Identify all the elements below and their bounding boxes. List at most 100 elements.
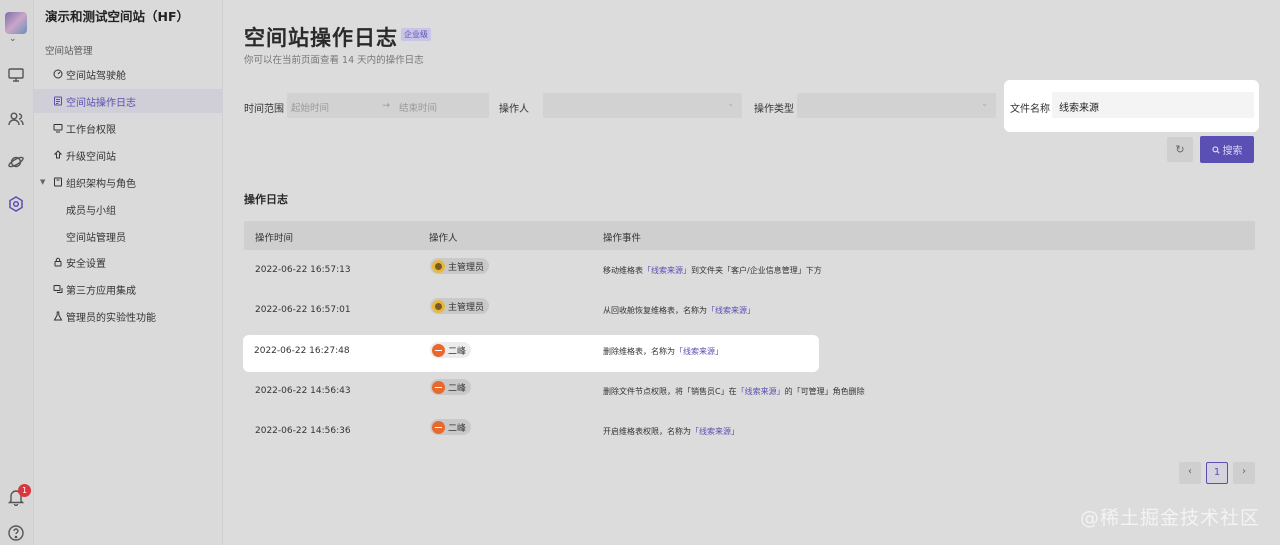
icon-rail: ⌄ 1 <box>0 0 34 545</box>
operator-name: 主管理员 <box>448 262 485 273</box>
sidebar-item-label: 成员与小组 <box>66 205 116 217</box>
table-row: 2022-06-22 16:57:13 主管理员 移动维格表「线索来源」到文件夹… <box>244 250 1255 290</box>
file-name-input[interactable]: 线索来源 <box>1052 92 1254 118</box>
operator-tag[interactable]: 二峰 <box>430 342 472 358</box>
event-file-link[interactable]: 「线索来源」 <box>691 427 739 436</box>
sidebar-item-security[interactable]: 安全设置 <box>34 250 223 274</box>
notification-badge: 1 <box>18 484 31 497</box>
sidebar-item-admins[interactable]: 空间站管理员 <box>34 224 223 248</box>
event-file-link[interactable]: 「线索来源」 <box>675 347 723 356</box>
table-row: 2022-06-22 16:57:01 主管理员 从回收舱恢复维格表，名称为「线… <box>244 290 1255 330</box>
sidebar: 演示和测试空间站（HF） 空间站管理 空间站驾驶舱 空间站操作日志 工作台权限 … <box>34 0 223 545</box>
search-icon <box>1211 145 1220 154</box>
tier-badge: 企业级 <box>401 28 431 41</box>
flask-icon <box>53 311 63 321</box>
sidebar-item-label: 组织架构与角色 <box>66 178 136 190</box>
operator-tag[interactable]: 主管理员 <box>430 258 490 274</box>
sidebar-item-integrations[interactable]: 第三方应用集成 <box>34 277 223 301</box>
pagination-prev-button[interactable]: ‹ <box>1179 462 1201 484</box>
sidebar-item-label: 空间站操作日志 <box>66 97 136 109</box>
row-time: 2022-06-22 16:57:13 <box>255 265 351 275</box>
search-button-label: 搜索 <box>1222 146 1243 157</box>
end-time-placeholder: 结束时间 <box>399 103 438 114</box>
upgrade-icon <box>53 150 63 159</box>
event-file-link[interactable]: 「线索来源」 <box>707 306 755 315</box>
space-avatar[interactable] <box>5 12 27 34</box>
time-range-picker[interactable]: 起始时间 → 结束时间 <box>287 93 489 118</box>
row-event: 从回收舱恢复维格表，名称为「线索来源」 <box>603 305 755 316</box>
contacts-icon[interactable] <box>7 110 25 128</box>
operator-tag[interactable]: 主管理员 <box>430 298 490 314</box>
chevron-down-icon: ⌄ <box>981 99 988 108</box>
event-text: 的「可管理」角色删除 <box>784 387 865 396</box>
time-range-label: 时间范围 <box>244 104 284 115</box>
row-time: 2022-06-22 14:56:36 <box>255 426 351 436</box>
sidebar-item-members[interactable]: 成员与小组 <box>34 197 223 221</box>
event-text: 移动维格表 <box>603 266 643 275</box>
sidebar-item-operation-log[interactable]: 空间站操作日志 <box>34 89 223 113</box>
gauge-icon <box>53 69 63 79</box>
sidebar-item-upgrade[interactable]: 升级空间站 <box>34 143 223 167</box>
table-row: 2022-06-22 14:56:36 二峰 开启维格表权限，名称为「线索来源」 <box>244 411 1255 451</box>
row-time: 2022-06-22 16:27:48 <box>254 346 350 356</box>
column-header-operator: 操作人 <box>429 233 458 244</box>
admin-avatar-icon <box>432 299 445 313</box>
monitor-icon[interactable] <box>7 66 25 84</box>
table-row-highlighted: 2022-06-22 16:27:48 二峰 删除维格表，名称为「线索来源」 <box>243 335 819 372</box>
space-title[interactable]: 演示和测试空间站（HF） <box>45 6 189 25</box>
operator-name: 二峰 <box>448 423 467 434</box>
watermark: @稀土掘金技术社区 <box>1079 507 1260 529</box>
log-icon <box>54 96 62 106</box>
row-event: 删除文件节点权限，将「销售员C」在「线索来源」的「可管理」角色删除 <box>603 386 865 397</box>
chevron-down-icon[interactable]: ⌄ <box>9 34 17 44</box>
user-avatar-icon <box>432 380 445 394</box>
operator-tag[interactable]: 二峰 <box>430 379 472 395</box>
sidebar-item-dashboard[interactable]: 空间站驾驶舱 <box>34 62 223 86</box>
sidebar-item-label: 工作台权限 <box>66 124 116 136</box>
lock-icon <box>54 257 62 267</box>
sidebar-item-experimental[interactable]: 管理员的实验性功能 <box>34 304 223 328</box>
operator-name: 二峰 <box>448 346 467 357</box>
sidebar-item-label: 第三方应用集成 <box>66 285 136 297</box>
event-text: 开启维格表权限，名称为 <box>603 427 691 436</box>
event-file-link[interactable]: 「线索来源」 <box>737 387 785 396</box>
row-time: 2022-06-22 16:57:01 <box>255 305 351 315</box>
help-icon[interactable] <box>7 524 25 542</box>
event-text: 删除文件节点权限，将「销售员C」在 <box>603 387 737 396</box>
main-content: 空间站操作日志 企业级 你可以在当前页面查看 14 天内的操作日志 时间范围 起… <box>223 0 1280 545</box>
settings-icon[interactable] <box>7 195 25 213</box>
user-avatar-icon <box>432 343 445 357</box>
operator-select[interactable]: ⌄ <box>543 93 742 118</box>
org-icon <box>54 177 62 187</box>
sidebar-item-label: 空间站驾驶舱 <box>66 70 126 82</box>
op-type-label: 操作类型 <box>754 104 794 115</box>
log-section-title: 操作日志 <box>244 193 288 206</box>
sidebar-item-workbench-permission[interactable]: 工作台权限 <box>34 116 223 140</box>
search-button[interactable]: 搜索 <box>1200 136 1254 163</box>
file-name-filter: 文件名称 线索来源 <box>1004 80 1259 132</box>
row-event: 移动维格表「线索来源」到文件夹「客户/企业信息管理」下方 <box>603 265 822 276</box>
event-text: 删除维格表，名称为 <box>603 347 675 356</box>
sidebar-item-org-roles[interactable]: ▼ 组织架构与角色 <box>34 170 223 194</box>
sidebar-section-title: 空间站管理 <box>45 46 93 57</box>
row-time: 2022-06-22 14:56:43 <box>255 386 351 396</box>
event-file-link[interactable]: 「线索来源」 <box>643 266 691 275</box>
row-event: 删除维格表，名称为「线索来源」 <box>603 346 723 357</box>
event-text: 到文件夹「客户/企业信息管理」下方 <box>691 266 822 275</box>
planet-icon[interactable] <box>7 153 25 171</box>
sidebar-item-label: 空间站管理员 <box>66 232 126 244</box>
pagination-next-button[interactable]: › <box>1233 462 1255 484</box>
reset-button[interactable]: ↻ <box>1167 137 1193 162</box>
caret-down-icon[interactable]: ▼ <box>40 178 45 186</box>
sidebar-item-label: 安全设置 <box>66 258 106 270</box>
column-header-time: 操作时间 <box>255 233 294 244</box>
integration-icon <box>53 285 63 293</box>
pagination-page-1[interactable]: 1 <box>1206 462 1228 484</box>
operator-tag[interactable]: 二峰 <box>430 419 472 435</box>
operator-label: 操作人 <box>499 104 529 115</box>
range-arrow: → <box>382 100 390 111</box>
page-subtitle: 你可以在当前页面查看 14 天内的操作日志 <box>244 55 424 66</box>
operator-name: 主管理员 <box>448 302 485 313</box>
op-type-select[interactable]: ⌄ <box>797 93 996 118</box>
user-avatar-icon <box>432 420 445 434</box>
